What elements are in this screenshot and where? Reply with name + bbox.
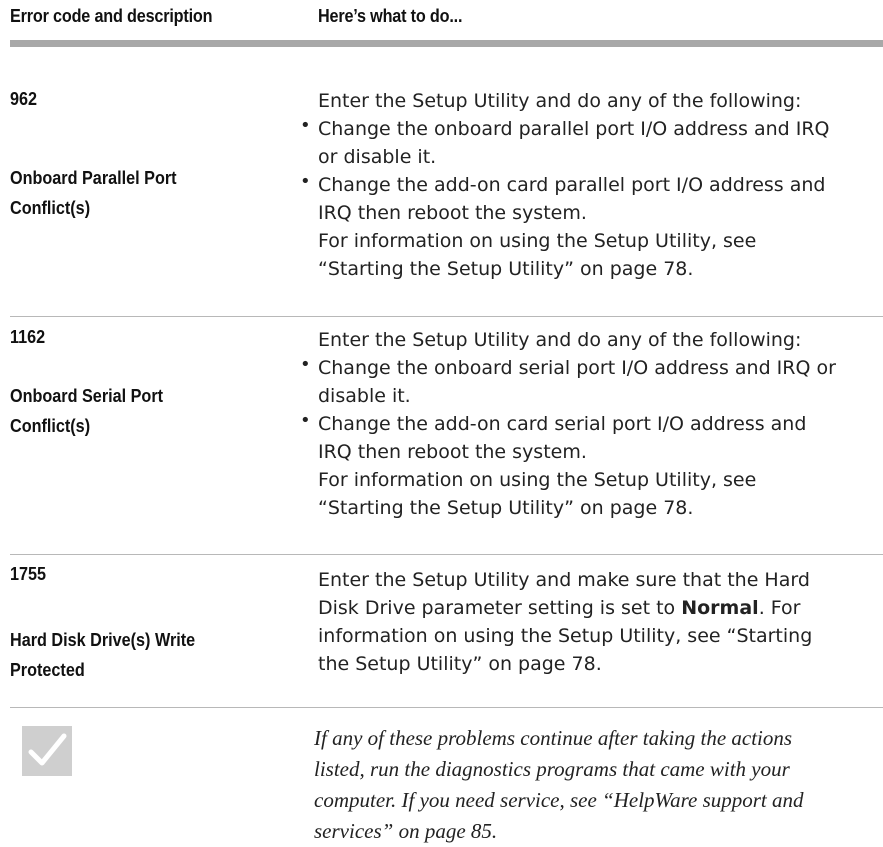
info-text: For information on using the Setup Utili…	[318, 230, 757, 252]
error-name-line: Conflict(s)	[10, 416, 91, 436]
column-header-what-to-do: Here’s what to do...	[318, 6, 463, 26]
bullet-text: Change the add-on card serial port I/O a…	[318, 413, 807, 435]
bullet-icon: •	[300, 410, 311, 431]
row-divider	[10, 554, 883, 555]
row-divider	[10, 707, 883, 708]
bullet-text: IRQ then reboot the system.	[318, 441, 587, 463]
note-box	[22, 726, 72, 776]
error-code: 962	[10, 89, 38, 109]
bullet-icon: •	[300, 171, 311, 192]
note-text: computer. If you need service, see “Help…	[314, 788, 804, 812]
note-text: listed, run the diagnostics programs tha…	[314, 757, 790, 781]
instruction-text: . For	[758, 597, 801, 619]
page-reference: “Starting the Setup Utility” on page 78.	[318, 258, 694, 280]
page-reference: the Setup Utility” on page 78.	[318, 653, 602, 675]
error-name-line: Conflict(s)	[10, 198, 91, 218]
header-divider	[10, 40, 883, 47]
bullet-icon: •	[300, 354, 311, 375]
instruction-line: Disk Drive parameter setting is set to N…	[318, 594, 800, 622]
instruction-intro: Enter the Setup Utility and do any of th…	[318, 90, 802, 112]
bullet-text: disable it.	[318, 385, 411, 407]
error-name-line: Onboard Parallel Port	[10, 168, 177, 188]
instruction-intro: Enter the Setup Utility and do any of th…	[318, 329, 802, 351]
bullet-text: Change the onboard parallel port I/O add…	[318, 118, 830, 140]
instruction-line: Enter the Setup Utility and make sure th…	[318, 569, 810, 591]
error-code: 1755	[10, 564, 47, 584]
instruction-text: Disk Drive parameter setting is set to	[318, 597, 682, 619]
column-header-error-code: Error code and description	[10, 6, 213, 26]
bullet-text: or disable it.	[318, 146, 437, 168]
bullet-text: Change the onboard serial port I/O addre…	[318, 357, 836, 379]
checkmark-icon	[28, 733, 67, 766]
error-name-line: Onboard Serial Port	[10, 386, 164, 406]
error-code: 1162	[10, 327, 46, 347]
bullet-icon: •	[300, 115, 311, 136]
note-text: services” on page 85.	[314, 819, 498, 843]
page-reference: “Starting the Setup Utility” on page 78.	[318, 497, 694, 519]
instruction-line: information on using the Setup Utility, …	[318, 625, 813, 647]
setting-value-normal: Normal	[681, 597, 759, 619]
note-text: If any of these problems continue after …	[314, 726, 793, 750]
bullet-text: IRQ then reboot the system.	[318, 202, 587, 224]
info-text: For information on using the Setup Utili…	[318, 469, 757, 491]
bullet-text: Change the add-on card parallel port I/O…	[318, 174, 826, 196]
error-name-line: Hard Disk Drive(s) Write	[10, 630, 196, 650]
row-divider	[10, 316, 883, 317]
error-name-line: Protected	[10, 660, 85, 680]
